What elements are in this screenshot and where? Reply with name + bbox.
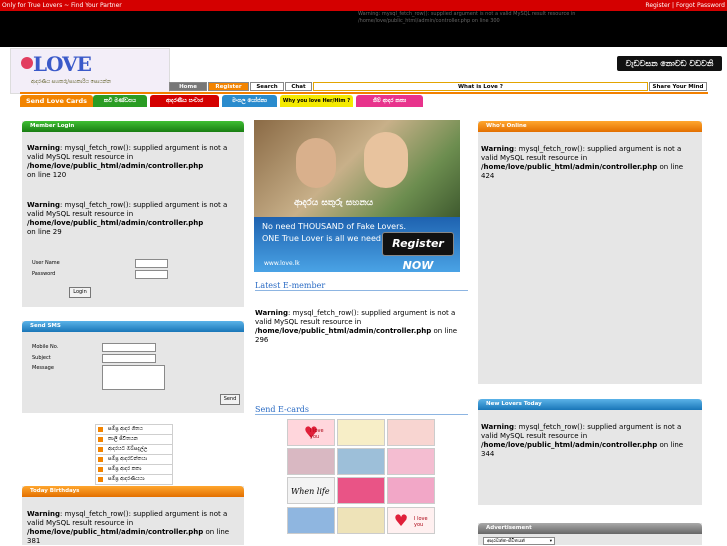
ecard[interactable] <box>337 477 385 504</box>
warning-message: Warning: mysql_fetch_row(): supplied arg… <box>27 201 228 236</box>
ecard[interactable] <box>337 507 385 534</box>
bullet-icon <box>98 447 103 452</box>
register-banner[interactable]: ආදරය සතුරු සහනය No need THOUSAND of Fake… <box>254 120 460 272</box>
nav-share-your-mind[interactable]: Share Your Mind <box>649 82 707 91</box>
send-ecards-heading: Send E-cards <box>255 405 468 415</box>
panel-title: New Lovers Today <box>478 399 702 410</box>
ecard[interactable]: ♥ I love you <box>287 419 335 446</box>
mobile-input[interactable] <box>102 343 156 352</box>
panel-title: Member Login <box>22 121 244 132</box>
ecard[interactable] <box>387 419 435 446</box>
bullet-icon <box>98 467 103 472</box>
logo-tagline: ආදරණීය සහකරු/සහකාරිය සොයන්න <box>31 79 111 85</box>
tab-why-you-love[interactable]: Why you love Her/Him ? <box>280 95 353 107</box>
warning-message: Warning: mysql_fetch_row(): supplied arg… <box>481 145 684 180</box>
site-logo[interactable]: LOVE ආදරණීය සහකරු/සහකාරිය සොයන්න <box>10 48 170 94</box>
list-item[interactable]: සම්ප්‍ර ආදරණීයයා <box>95 474 173 485</box>
warning-message: Warning: mysql_fetch_row(): supplied arg… <box>481 423 684 458</box>
username-label: User Name <box>32 260 60 266</box>
member-login-panel: Member Login Warning: mysql_fetch_row():… <box>22 121 244 307</box>
bullet-icon <box>98 457 103 462</box>
panel-title: Send SMS <box>22 321 244 332</box>
message-label: Message <box>32 365 54 371</box>
subject-input[interactable] <box>102 354 156 363</box>
ad-select[interactable]: ආදරවන්ත-ජීවිතයන් ▾ <box>483 537 555 545</box>
login-button[interactable]: Login <box>69 287 91 298</box>
banner-caption: ආදරය සතුරු සහනය <box>294 198 374 208</box>
nav-register[interactable]: Register <box>208 82 249 91</box>
account-links[interactable]: Register | Forgot Password <box>645 0 725 11</box>
top-bar: Only for True Lovers ~ Find Your Partner… <box>0 0 727 11</box>
ecard[interactable]: When life <box>287 477 335 504</box>
ecards-grid: ♥ I love you When life ♥ I love you <box>287 419 437 537</box>
couple-photo: ආදරය සතුරු සහනය <box>254 120 460 217</box>
today-birthdays-panel: Today Birthdays Warning: mysql_fetch_row… <box>22 486 244 545</box>
ecard[interactable] <box>287 448 335 475</box>
register-now-button[interactable]: Register NOW <box>382 232 454 272</box>
category-list: සම්ප්‍ර ආදර ගීතය කාලී ජීවිතයන ආදරයට ඔබ්ස… <box>95 424 173 485</box>
new-lovers-panel: New Lovers Today Warning: mysql_fetch_ro… <box>478 399 702 505</box>
nav-what-is-love[interactable]: What is Love ? <box>313 82 648 91</box>
ecard[interactable] <box>387 448 435 475</box>
nav-home[interactable]: Home <box>169 82 207 91</box>
list-item[interactable]: සම්ප්‍ර ආදර ගීතය <box>95 424 173 434</box>
warning-message: Warning: mysql_fetch_row(): supplied arg… <box>27 144 228 179</box>
list-item[interactable]: ආදරයට ඔබ්සදැල්ල <box>95 444 173 454</box>
panel-title: Who's Online <box>478 121 702 132</box>
list-item[interactable]: සම්ප්‍ර ආදරවන්තයා <box>95 454 173 464</box>
send-button[interactable]: Send <box>220 394 240 405</box>
banner-line-2: ONE True Lover is all we need <box>262 234 381 243</box>
panel-title: Today Birthdays <box>22 486 244 497</box>
password-input[interactable] <box>135 270 168 279</box>
bullet-icon <box>98 427 103 432</box>
ecard[interactable]: ♥ I love you <box>387 507 435 534</box>
banner-promo: No need THOUSAND of Fake Lovers. ONE Tru… <box>254 217 460 272</box>
banner-url: www.love.lk <box>264 260 300 267</box>
ecard[interactable] <box>337 448 385 475</box>
list-item[interactable]: සම්ප්‍ර ආදර කතා <box>95 464 173 474</box>
header-warning: Warning: mysql_fetch_row(): supplied arg… <box>358 11 576 24</box>
mobile-label: Mobile No. <box>32 344 59 350</box>
ecard[interactable] <box>387 477 435 504</box>
tab-poems[interactable]: කවි මණ්ඩපය <box>93 95 147 107</box>
advertisement-panel: Advertisement ආදරවන්ත-ජීවිතයන් ▾ <box>478 523 702 545</box>
ecard[interactable] <box>287 507 335 534</box>
whos-online-panel: Who's Online Warning: mysql_fetch_row():… <box>478 121 702 384</box>
heart-icon <box>21 57 33 69</box>
panel-title: Advertisement <box>478 523 702 534</box>
site-title: වැඩවසන නොවඩ වඩවනි <box>617 56 722 71</box>
ecard[interactable] <box>337 419 385 446</box>
warning-message: Warning: mysql_fetch_row(): supplied arg… <box>27 510 230 545</box>
warning-message: Warning: mysql_fetch_row(): supplied arg… <box>255 309 458 344</box>
password-label: Password <box>32 271 56 277</box>
nav-chat[interactable]: Chat <box>285 82 312 91</box>
tab-trips[interactable]: ආදරණීය සංචාර <box>150 95 219 107</box>
subject-label: Subject <box>32 355 51 361</box>
top-bar-tagline: Only for True Lovers ~ Find Your Partner <box>2 2 122 9</box>
banner-line-1: No need THOUSAND of Fake Lovers. <box>262 222 407 231</box>
tab-proposals[interactable]: මංගල යෝජනා <box>222 95 277 107</box>
tab-send-love-cards[interactable]: Send Love Cards <box>20 95 93 107</box>
latest-member-heading: Latest E-member <box>255 281 468 291</box>
logo-text: LOVE <box>33 52 92 76</box>
send-sms-panel: Send SMS Mobile No. Subject Message Send <box>22 321 244 413</box>
divider <box>20 92 708 94</box>
username-input[interactable] <box>135 259 168 268</box>
message-textarea[interactable] <box>102 365 165 390</box>
nav-search[interactable]: Search <box>250 82 284 91</box>
list-item[interactable]: කාලී ජීවිතයන <box>95 434 173 444</box>
bullet-icon <box>98 437 103 442</box>
chevron-down-icon: ▾ <box>549 539 552 544</box>
tab-love-stories[interactable]: ශිම් ආදර කතා <box>356 95 423 107</box>
bullet-icon <box>98 477 103 482</box>
